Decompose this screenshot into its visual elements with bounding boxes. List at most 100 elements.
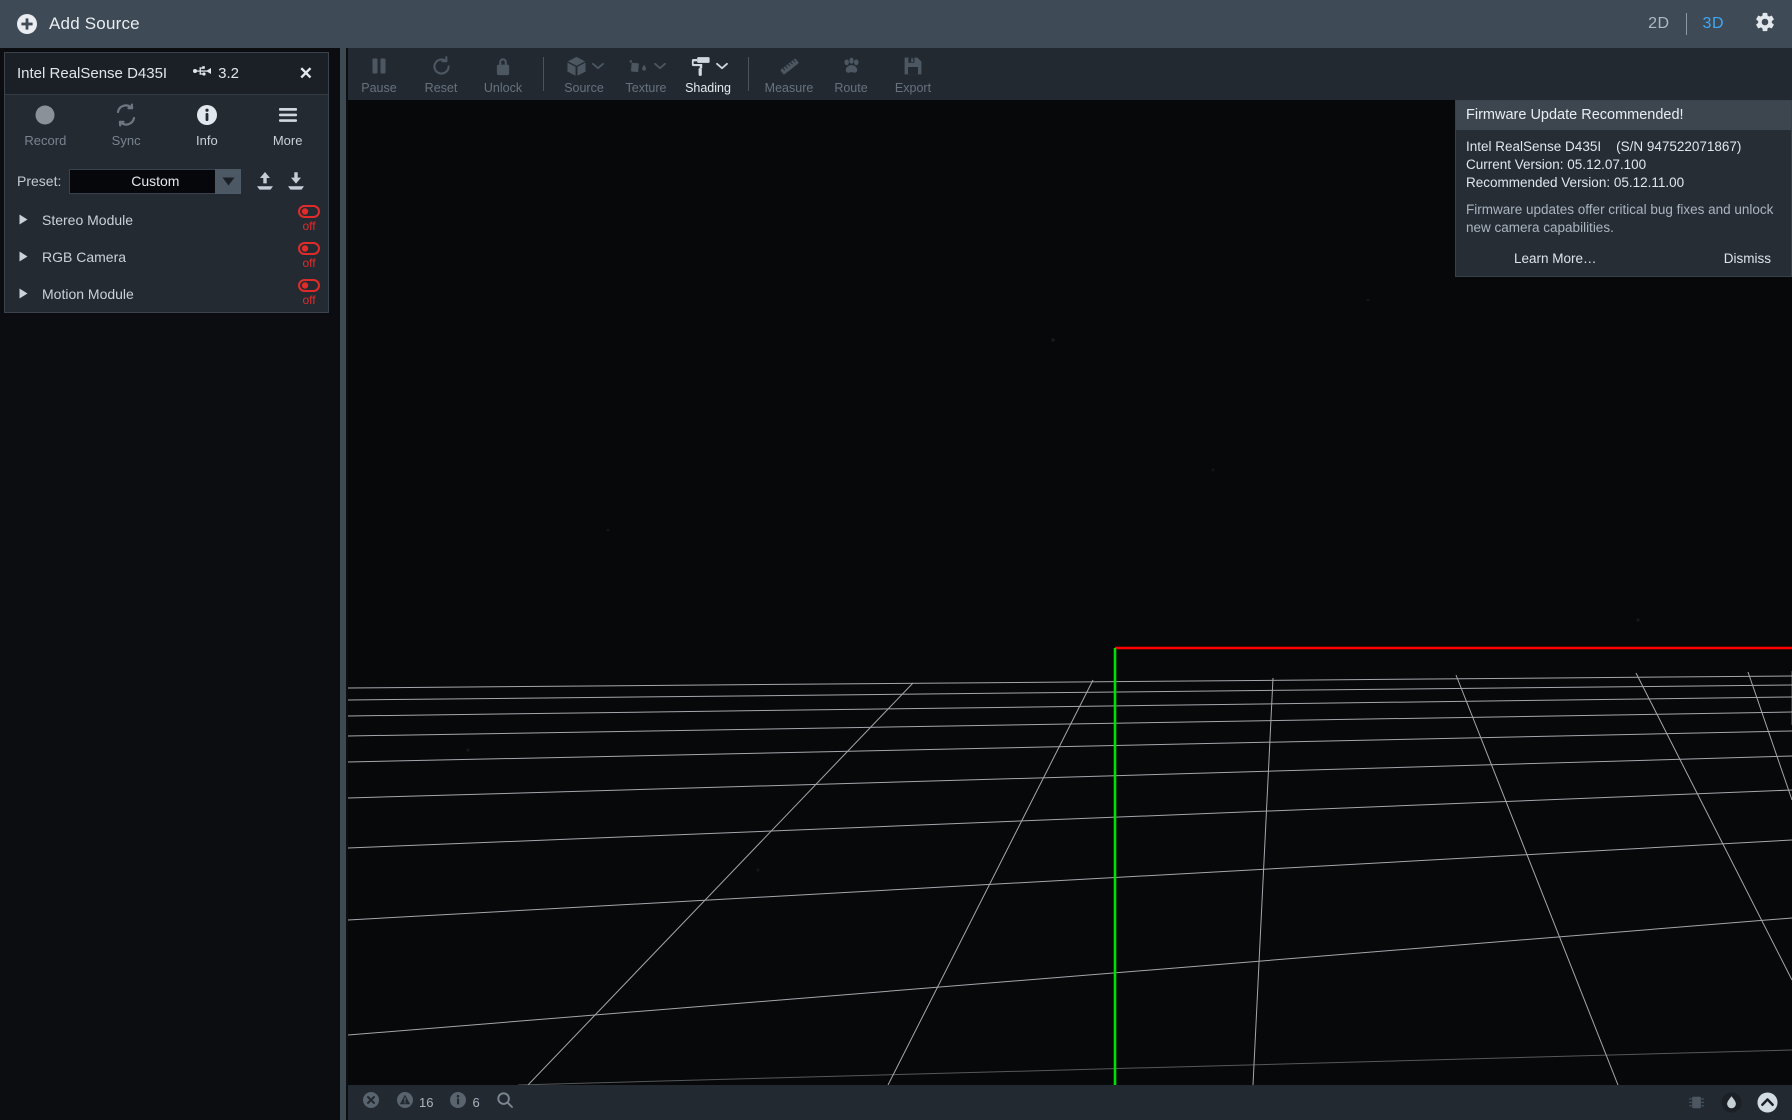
- tool-label: Source: [564, 81, 604, 95]
- chevron-up-circle-icon[interactable]: [1757, 1092, 1778, 1113]
- device-name-label: Intel RealSense D435I: [17, 65, 168, 82]
- status-right-icons: [1687, 1092, 1778, 1113]
- triangle-right-icon[interactable]: [19, 251, 28, 262]
- triangle-right-icon[interactable]: [19, 214, 28, 225]
- tool-source[interactable]: Source: [553, 48, 615, 100]
- info-circle-icon: [196, 103, 218, 127]
- record-label: Record: [24, 133, 67, 148]
- tool-label: Export: [894, 81, 932, 95]
- lock-icon: [493, 53, 513, 79]
- paw-print-icon: [840, 53, 863, 79]
- search-icon: [496, 1091, 514, 1114]
- status-bar: 16 6: [348, 1085, 1792, 1120]
- toggle-off-icon[interactable]: off: [298, 242, 320, 270]
- tool-label: Route: [834, 81, 868, 95]
- chip-icon[interactable]: [1687, 1093, 1706, 1112]
- learn-more-button[interactable]: Learn More…: [1514, 251, 1597, 266]
- viewport-3d[interactable]: Pause Reset Unlock Source Texture Shadin…: [348, 48, 1792, 1120]
- ruler-icon: [778, 53, 801, 79]
- module-row-stereo[interactable]: Stereo Module off: [5, 201, 328, 238]
- error-badge[interactable]: [362, 1091, 380, 1114]
- module-state-label: off: [302, 293, 316, 307]
- tool-label: Shading: [685, 81, 731, 95]
- sidebar: Intel RealSense D435I 3.2 ✕ Record Sync …: [0, 48, 337, 1120]
- tool-measure[interactable]: Measure: [758, 48, 820, 100]
- plus-circle-icon: [16, 13, 38, 35]
- floppy-disk-icon: [902, 53, 924, 79]
- firmware-popup-title: Firmware Update Recommended!: [1456, 101, 1791, 130]
- module-name-label: RGB Camera: [42, 248, 127, 265]
- view-mode-3d[interactable]: 3D: [1687, 15, 1740, 33]
- dismiss-button[interactable]: Dismiss: [1724, 251, 1771, 266]
- warning-badge[interactable]: 16: [396, 1091, 433, 1114]
- module-row-rgb[interactable]: RGB Camera off: [5, 238, 328, 275]
- tool-label: Pause: [361, 81, 397, 95]
- toolbar-separator: [543, 57, 544, 91]
- preset-select[interactable]: Custom: [69, 168, 242, 194]
- tool-label: Unlock: [483, 81, 523, 95]
- view-mode-2d[interactable]: 2D: [1632, 15, 1685, 33]
- tool-pause[interactable]: Pause: [348, 48, 410, 100]
- tool-label: Texture: [625, 81, 667, 95]
- gear-icon: [1754, 11, 1776, 38]
- info-count: 6: [472, 1095, 480, 1110]
- module-state-label: off: [302, 256, 316, 270]
- toggle-off-icon[interactable]: off: [298, 279, 320, 307]
- usb-indicator: 3.2: [193, 64, 239, 83]
- tool-reset[interactable]: Reset: [410, 48, 472, 100]
- record-button[interactable]: Record: [5, 103, 86, 161]
- reset-rotate-icon: [431, 53, 452, 79]
- triangle-right-icon[interactable]: [19, 288, 28, 299]
- search-button[interactable]: [496, 1091, 514, 1114]
- tool-unlock[interactable]: Unlock: [472, 48, 534, 100]
- module-name-label: Stereo Module: [42, 211, 134, 228]
- info-label: Info: [196, 133, 218, 148]
- pause-icon: [369, 53, 389, 79]
- splitter-grip[interactable]: [340, 48, 346, 1120]
- warning-triangle-icon: [396, 1091, 414, 1114]
- warning-count: 16: [419, 1095, 434, 1110]
- preset-value: Custom: [131, 173, 180, 189]
- droplet-icon[interactable]: [1721, 1092, 1742, 1113]
- firmware-popup-body: Intel RealSense D435I (S/N 947522071867)…: [1456, 130, 1791, 241]
- tool-route[interactable]: Route: [820, 48, 882, 100]
- settings-button[interactable]: [1754, 11, 1776, 38]
- add-source-button[interactable]: Add Source: [16, 13, 140, 35]
- sync-label: Sync: [111, 133, 141, 148]
- upload-preset-icon[interactable]: [254, 170, 276, 192]
- usb-version-label: 3.2: [218, 65, 239, 82]
- firmware-popup-actions: Learn More… Dismiss: [1456, 241, 1791, 276]
- viewport-toolbar: Pause Reset Unlock Source Texture Shadin…: [348, 48, 1792, 100]
- top-bar-right-controls: 2D 3D: [1632, 0, 1776, 48]
- toggle-off-icon[interactable]: off: [298, 205, 320, 233]
- tool-export[interactable]: Export: [882, 48, 944, 100]
- info-button[interactable]: Info: [167, 103, 248, 161]
- hamburger-menu-icon: [276, 103, 300, 127]
- more-button[interactable]: More: [247, 103, 328, 161]
- more-label: More: [272, 133, 303, 148]
- sync-arrows-icon: [114, 103, 138, 127]
- download-preset-icon[interactable]: [285, 170, 307, 192]
- close-icon[interactable]: ✕: [296, 63, 316, 84]
- preset-io-buttons: [254, 170, 307, 192]
- tool-texture[interactable]: Texture: [615, 48, 677, 100]
- cube-icon: [565, 53, 604, 79]
- tool-label: Reset: [424, 81, 458, 95]
- record-circle-icon: [34, 103, 56, 127]
- firmware-device-line: Intel RealSense D435I (S/N 947522071867): [1466, 139, 1742, 154]
- firmware-current-version: Current Version: 05.12.07.100: [1466, 156, 1647, 172]
- module-name-label: Motion Module: [42, 285, 134, 302]
- panel-splitter[interactable]: [337, 48, 348, 1120]
- usb-icon: [193, 64, 213, 83]
- info-badge[interactable]: 6: [449, 1091, 480, 1114]
- module-row-motion[interactable]: Motion Module off: [5, 275, 328, 312]
- chevron-down-icon[interactable]: [215, 168, 242, 194]
- tool-shading[interactable]: Shading: [677, 48, 739, 100]
- firmware-description: Firmware updates offer critical bug fixe…: [1466, 201, 1774, 235]
- firmware-update-popup: Firmware Update Recommended! Intel RealS…: [1455, 100, 1792, 277]
- device-panel-header: Intel RealSense D435I 3.2 ✕: [5, 53, 328, 95]
- toolbar-separator: [748, 57, 749, 91]
- info-circle-icon: [449, 1091, 467, 1114]
- sync-button[interactable]: Sync: [86, 103, 167, 161]
- preset-label: Preset:: [17, 173, 62, 189]
